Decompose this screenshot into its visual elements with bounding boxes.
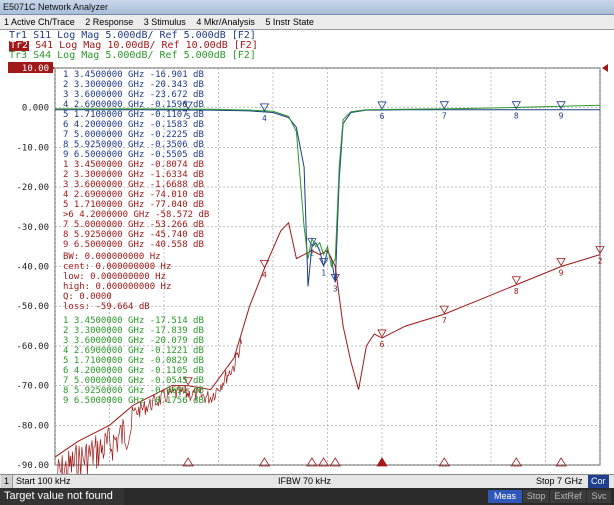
trace-header: Tr1 S11 Log Mag 5.000dB/ Ref 5.000dB [F2… [0, 31, 614, 61]
marker-readout-red: 1 3.4500000 GHz -0.8074 dB [63, 160, 204, 170]
marker-readout-bw: low: 0.000000000 Hz [63, 272, 166, 282]
correction-badge: Cor [588, 475, 609, 488]
svc-button[interactable]: Svc [587, 490, 611, 503]
menu-response[interactable]: 2 Response [81, 15, 137, 29]
marker-label: 4 [262, 270, 267, 279]
y-tick-label: -50.00 [16, 302, 49, 312]
marker-readout-green: 4 2.6900000 GHz -0.1221 dB [63, 346, 204, 356]
marker-readout-blue: 3 3.6000000 GHz -23.672 dB [63, 90, 204, 100]
marker-readout-bw: Q: 0.0000 [63, 292, 112, 302]
marker-readout-blue: 9 6.5000000 GHz -0.5505 dB [63, 150, 204, 160]
y-tick-label: -10.00 [16, 143, 49, 153]
marker-readout-red: 2 3.3000000 GHz -1.6334 dB [63, 170, 204, 180]
marker-label: 3 [333, 284, 338, 293]
y-tick-label: -80.00 [16, 421, 49, 431]
stop-button[interactable]: Stop [523, 490, 549, 503]
marker-label: 2 [310, 249, 315, 258]
status-message: Target value not found [0, 488, 124, 505]
start-frequency[interactable]: Start 100 kHz [16, 475, 71, 488]
menu-active-ch-trace[interactable]: 1 Active Ch/Trace [0, 15, 79, 29]
window-title-bar: E5071C Network Analyzer [0, 0, 614, 15]
y-tick-label: -70.00 [16, 382, 49, 392]
y-tick-label: 10.00 [22, 64, 49, 74]
marker-label: 4 [262, 114, 267, 123]
trace-plot: 10.00 0.000 -10.00 -20.00 -30.00 -40.00 -50.00… [8, 62, 608, 475]
y-tick-label: -90.00 [16, 461, 49, 471]
ref-level-arrow-right [602, 64, 608, 72]
marker-readout-red: >6 4.2000000 GHz -58.572 dB [63, 210, 209, 220]
marker-readout-blue: 4 2.6900000 GHz -0.1596 dB [63, 100, 204, 110]
marker-readout-green: 2 3.3000000 GHz -17.839 dB [63, 326, 204, 336]
marker-label: 9 [559, 269, 564, 278]
marker-label: 9 [559, 112, 564, 121]
marker-readout-green: 1 3.4500000 GHz -17.514 dB [63, 316, 204, 326]
marker-readout-red: 3 3.6000000 GHz -1.6688 dB [63, 180, 204, 190]
menu-stimulus[interactable]: 3 Stimulus [140, 15, 190, 29]
marker-readout-red: 8 5.9250000 GHz -45.740 dB [63, 230, 204, 240]
extref-button[interactable]: ExtRef [550, 490, 586, 503]
menu-instr-state[interactable]: 5 Instr State [261, 15, 318, 29]
stop-frequency[interactable]: Stop 7 GHz [536, 475, 583, 488]
marker-readout-blue: 1 3.4500000 GHz -16.901 dB [63, 70, 204, 80]
meas-button[interactable]: Meas [488, 490, 522, 503]
channel-number: 1 [1, 475, 14, 488]
marker-readout-green: 6 4.2000000 GHz -0.1105 dB [63, 366, 204, 376]
marker-readout-red: 5 1.7100000 GHz -77.040 dB [63, 200, 204, 210]
marker-readout-green: 8 5.9250000 GHz -0.0691 dB [63, 386, 204, 396]
marker-readout-blue: 2 3.3000000 GHz -20.343 dB [63, 80, 204, 90]
marker-label: 7 [442, 112, 447, 121]
marker-readout-red: 7 5.0000000 GHz -53.266 dB [63, 220, 204, 230]
marker-readout-bw: BW: 0.000000000 Hz [63, 252, 161, 262]
marker-readout-green: 9 6.5000000 GHz -0.1756 dB [63, 396, 204, 406]
instrument-status-strip: Target value not found Meas Stop ExtRef … [0, 488, 614, 505]
marker-label: 7 [442, 316, 447, 325]
marker-readout-blue: 5 1.7100000 GHz -0.1107 dB [63, 110, 204, 120]
y-tick-label: -20.00 [16, 183, 49, 193]
marker-readout-green: 3 3.6000000 GHz -20.079 dB [63, 336, 204, 346]
marker-label: 6 [380, 112, 385, 121]
marker-readout-blue: 6 4.2000000 GHz -0.1583 dB [63, 120, 204, 130]
marker-readout-green: 5 1.7100000 GHz -0.0829 dB [63, 356, 204, 366]
marker-readout-red: 9 6.5000000 GHz -40.558 dB [63, 240, 204, 250]
marker-label: 8 [514, 112, 519, 121]
marker-readout-blue: 7 5.0000000 GHz -0.2225 dB [63, 130, 204, 140]
menu-mkr-analysis[interactable]: 4 Mkr/Analysis [192, 15, 259, 29]
marker-label: 2 [598, 257, 603, 266]
marker-label: 6 [380, 340, 385, 349]
marker-readout-red: 4 2.6900000 GHz -74.010 dB [63, 190, 204, 200]
softkey-menu-bar: 1 Active Ch/Trace 2 Response 3 Stimulus … [0, 15, 614, 30]
marker-label: 8 [514, 287, 519, 296]
y-tick-label: 0.000 [22, 104, 49, 114]
app-title: E5071C Network Analyzer [3, 2, 109, 12]
marker-readout-blue: 8 5.9250000 GHz -0.3506 dB [63, 140, 204, 150]
y-tick-label: -40.00 [16, 263, 49, 273]
marker-readout-green: 7 5.0000000 GHz -0.0545 dB [63, 376, 204, 386]
marker-readout-bw: high: 0.000000000 Hz [63, 282, 171, 292]
marker-readout-bw: loss: -59.664 dB [63, 302, 150, 312]
status-bar: 1 Start 100 kHz IFBW 70 kHz Stop 7 GHz C… [0, 474, 614, 488]
marker-readout-bw: cent: 0.000000000 Hz [63, 262, 171, 272]
ifbw-value[interactable]: IFBW 70 kHz [278, 475, 331, 488]
marker-label: 1 [321, 269, 326, 278]
y-tick-label: -30.00 [16, 223, 49, 233]
y-tick-label: -60.00 [16, 342, 49, 352]
